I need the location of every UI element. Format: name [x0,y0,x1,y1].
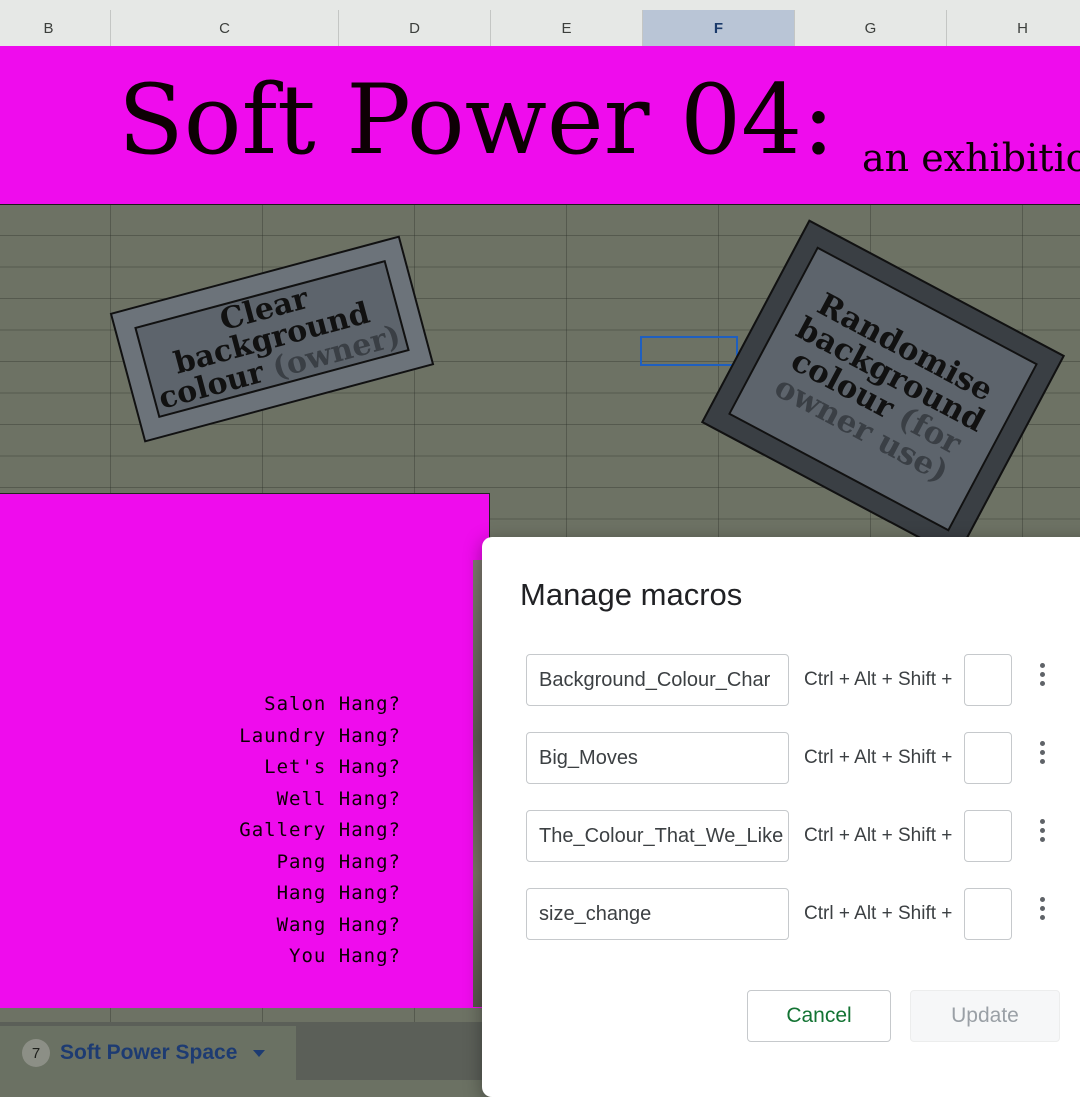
macro-name-input[interactable]: size_change [526,888,789,940]
list-item: Hang Hang? [276,882,401,904]
banner-subtitle: an exhibitio [862,136,1080,180]
column-header-f[interactable]: F [642,10,794,46]
sheet-tab-soft-power-space[interactable]: 7 Soft Power Space [0,1026,296,1080]
list-item: You Hang? [289,945,401,967]
macro-name-input[interactable]: Big_Moves [526,732,789,784]
macro-key-input[interactable] [964,810,1012,862]
list-item: Gallery Hang? [239,819,401,841]
macro-row: Background_Colour_Char Ctrl + Alt + Shif… [526,654,1066,708]
more-vert-icon[interactable] [1034,656,1050,692]
column-header-e[interactable]: E [490,10,642,46]
list-item: Let's Hang? [264,756,401,778]
macro-row: size_change Ctrl + Alt + Shift + [526,888,1066,942]
macro-key-input[interactable] [964,732,1012,784]
more-vert-icon[interactable] [1034,890,1050,926]
macro-key-input[interactable] [964,654,1012,706]
title-banner: Soft Power 04: an exhibitio [0,46,1080,205]
list-item: Well Hang? [276,787,401,810]
macro-key-input[interactable] [964,888,1012,940]
list-item: Salon Hang? [264,693,401,715]
macro-row: Big_Moves Ctrl + Alt + Shift + [526,732,1066,786]
column-header-h[interactable]: H [946,10,1080,46]
banner-title: Soft Power 04: [118,64,835,176]
macro-shortcut-label: Ctrl + Alt + Shift + [804,669,953,690]
selected-cell[interactable] [640,336,738,366]
macro-shortcut-label: Ctrl + Alt + Shift + [804,903,953,924]
list-item: Wang Hang? [276,913,401,936]
list-item: Laundry Hang? [239,724,401,747]
more-vert-icon[interactable] [1034,734,1050,770]
caret-down-icon[interactable] [253,1049,266,1057]
sheet-tab-label: Soft Power Space [60,1041,238,1064]
macro-row: The_Colour_That_We_Like Ctrl + Alt + Shi… [526,810,1066,864]
macro-shortcut-label: Ctrl + Alt + Shift + [804,747,953,768]
column-header-d[interactable]: D [338,10,490,46]
cancel-button[interactable]: Cancel [747,990,891,1042]
column-header-c[interactable]: C [110,10,338,46]
column-header-g[interactable]: G [794,10,946,46]
column-header-bar: B C D E F G H [0,0,1080,47]
manage-macros-dialog: Manage macros Background_Colour_Char Ctr… [482,537,1080,1097]
macro-name-input[interactable]: The_Colour_That_We_Like [526,810,789,862]
macro-name-input[interactable]: Background_Colour_Char [526,654,789,706]
list-item: Pang Hang? [276,850,401,873]
hang-list: Salon Hang? Laundry Hang? Let's Hang? We… [239,689,401,973]
sheet-tab-badge: 7 [22,1039,50,1067]
magenta-panel: Salon Hang? Laundry Hang? Let's Hang? We… [0,493,490,1008]
update-button[interactable]: Update [910,990,1060,1042]
dialog-title: Manage macros [520,577,743,612]
more-vert-icon[interactable] [1034,812,1050,848]
column-header-b[interactable]: B [0,10,110,46]
macro-shortcut-label: Ctrl + Alt + Shift + [804,825,953,846]
